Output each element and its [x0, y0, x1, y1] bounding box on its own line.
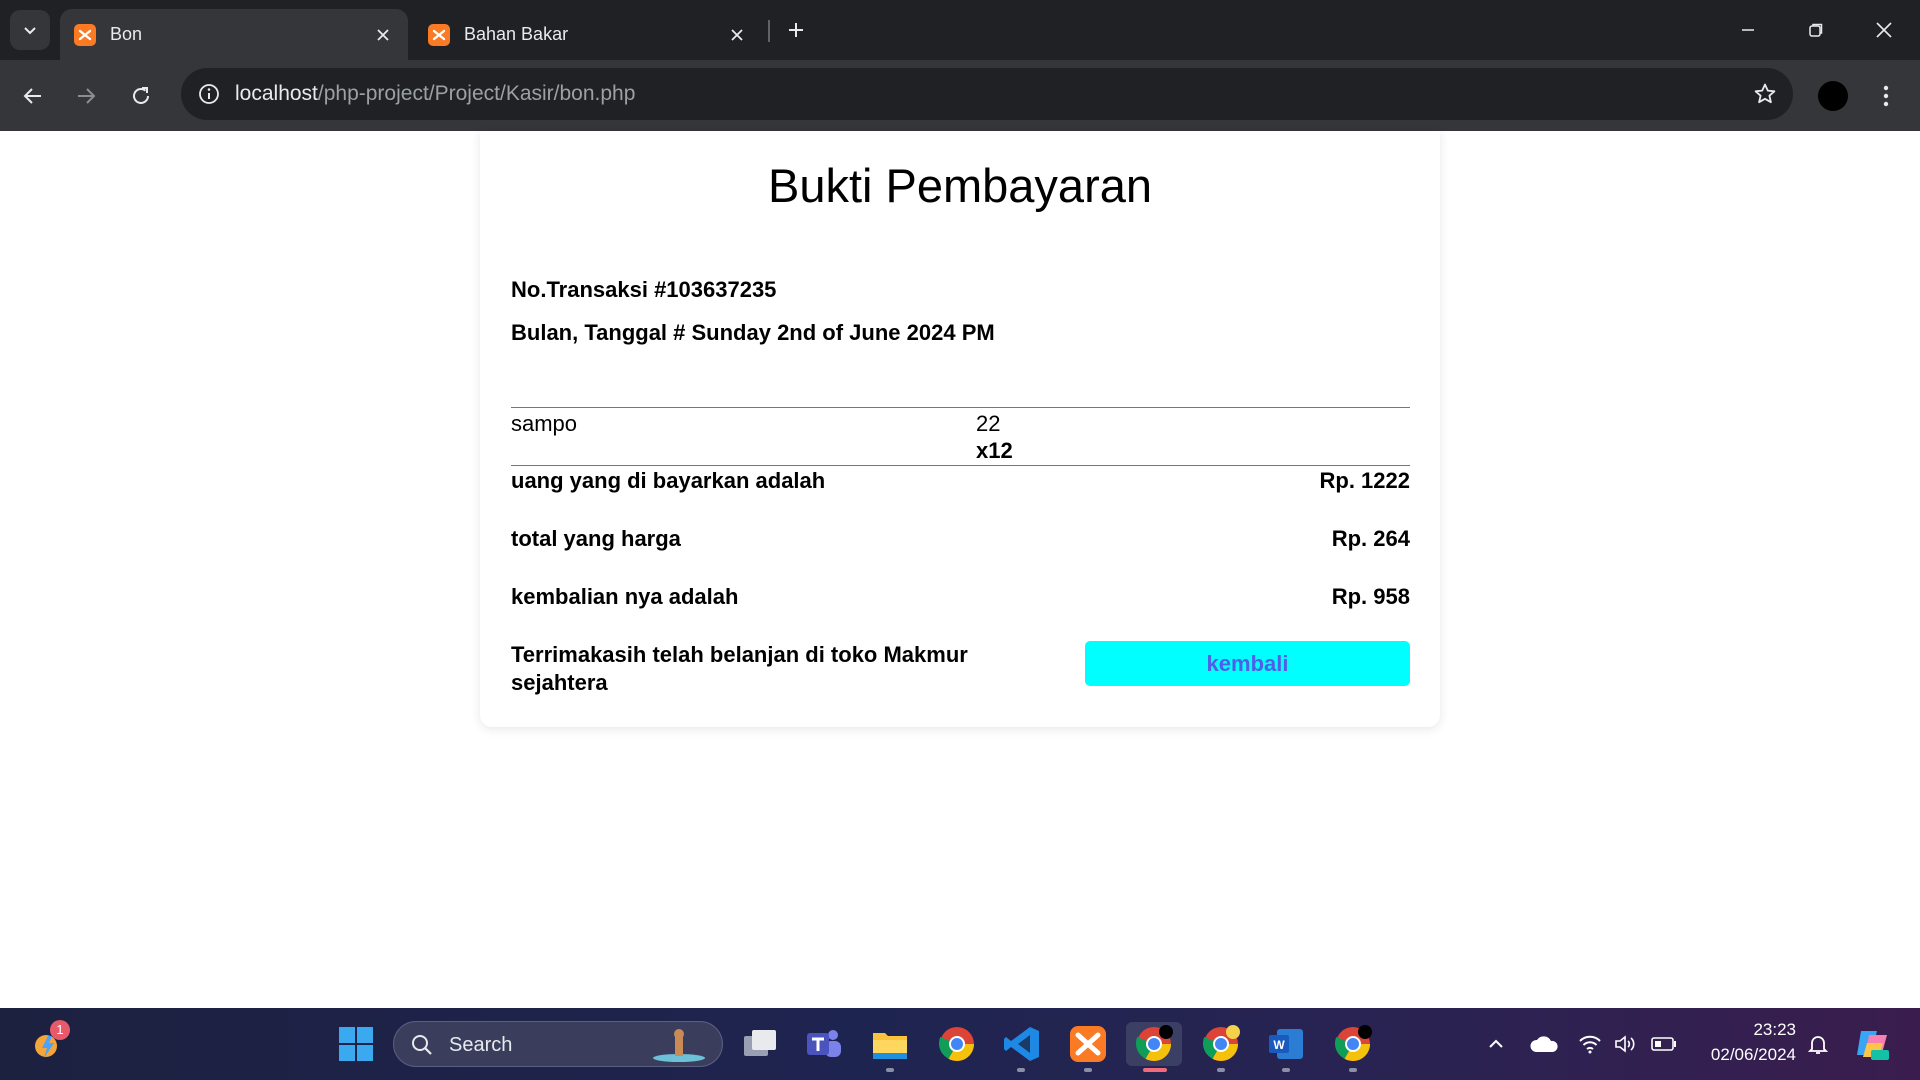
receipt-card: Bukti Pembayaran No.Transaksi #103637235… — [480, 131, 1440, 727]
new-tab-button[interactable] — [780, 14, 812, 46]
thank-you-line-1: Terrimakasih telah belanjan di toko Makm… — [511, 642, 968, 667]
vscode-icon[interactable] — [1000, 1022, 1044, 1066]
thank-you-line-2: sejahtera — [511, 670, 608, 695]
tab-divider — [768, 20, 770, 42]
minimize-icon — [1742, 29, 1754, 31]
total-label: total yang harga — [511, 526, 681, 551]
bookmark-star-icon[interactable] — [1751, 80, 1779, 108]
change-value: Rp. 958 — [1331, 584, 1410, 609]
close-window-button[interactable] — [1860, 10, 1908, 50]
word-icon[interactable]: W — [1264, 1022, 1308, 1066]
search-label: Search — [449, 1034, 513, 1056]
wifi-icon[interactable] — [1570, 1022, 1610, 1066]
change-label: kembalian nya adalah — [511, 584, 739, 609]
info-icon[interactable] — [195, 80, 223, 108]
running-indicator — [1282, 1068, 1290, 1072]
teams-icon[interactable] — [802, 1022, 846, 1066]
search-highlight-icon — [653, 1029, 705, 1062]
address-bar[interactable]: localhost/php-project/Project/Kasir/bon.… — [181, 68, 1793, 120]
tab-bahan-bakar[interactable]: Bahan Bakar — [414, 9, 762, 60]
divider — [511, 465, 1410, 466]
windows-start-icon[interactable] — [334, 1022, 378, 1066]
xampp-favicon-icon — [428, 23, 450, 46]
chrome-profile-icon[interactable] — [1126, 1022, 1182, 1066]
forward-button[interactable] — [66, 76, 106, 116]
notifications-bell-icon[interactable] — [1796, 1022, 1840, 1066]
windows-taskbar: 1 Search W 23:23 02/06/2024 — [0, 1008, 1920, 1080]
url-path: /php-project/Project/Kasir/bon.php — [317, 82, 636, 105]
page-viewport: Bukti Pembayaran No.Transaksi #103637235… — [0, 131, 1920, 1008]
restore-button[interactable] — [1792, 10, 1840, 50]
close-icon — [1876, 22, 1892, 38]
back-to-cashier-button[interactable]: kembali — [1085, 641, 1410, 686]
onedrive-cloud-icon[interactable] — [1522, 1022, 1566, 1066]
divider — [511, 407, 1410, 408]
tab-search-button[interactable] — [10, 10, 50, 50]
reload-icon — [133, 87, 149, 104]
restore-icon — [1809, 23, 1823, 37]
svg-text:W: W — [1273, 1038, 1285, 1052]
browser-menu-button[interactable] — [1870, 76, 1902, 116]
arrow-left-icon — [23, 88, 41, 104]
url-text[interactable]: localhost/php-project/Project/Kasir/bon.… — [235, 82, 635, 106]
tab-title: Bon — [110, 24, 143, 44]
url-host: localhost — [235, 82, 318, 105]
clock-time[interactable]: 23:23 — [1680, 1020, 1796, 1040]
copilot-icon[interactable] — [1850, 1022, 1894, 1066]
file-explorer-icon[interactable] — [868, 1022, 912, 1066]
item-name: sampo — [511, 411, 578, 436]
item-qty: x12 — [976, 438, 1013, 463]
xampp-favicon-icon — [74, 23, 96, 46]
paid-label: uang yang di bayarkan adalah — [511, 468, 826, 493]
back-button[interactable] — [13, 76, 53, 116]
profile-avatar[interactable] — [1818, 81, 1848, 111]
xampp-icon[interactable] — [1066, 1022, 1110, 1066]
running-indicator — [1017, 1068, 1025, 1072]
transaction-date: Bulan, Tanggal # Sunday 2nd of June 2024… — [511, 320, 995, 345]
close-icon[interactable] — [372, 24, 394, 46]
running-indicator — [1349, 1068, 1357, 1072]
tab-bon[interactable]: Bon — [60, 9, 408, 60]
volume-icon[interactable] — [1606, 1022, 1646, 1066]
search-icon — [412, 1035, 432, 1055]
browser-toolbar: localhost/php-project/Project/Kasir/bon.… — [0, 60, 1920, 131]
tab-title: Bahan Bakar — [464, 24, 569, 44]
plus-icon — [789, 23, 803, 37]
running-indicator — [1217, 1068, 1225, 1072]
running-indicator — [1084, 1068, 1092, 1072]
more-vertical-icon — [1883, 85, 1889, 107]
notification-badge: 1 — [50, 1020, 70, 1040]
clock-date[interactable]: 02/06/2024 — [1680, 1045, 1796, 1065]
page-title: Bukti Pembayaran — [767, 159, 1153, 212]
running-indicator — [886, 1068, 894, 1072]
chevron-down-icon — [24, 27, 36, 35]
minimize-button[interactable] — [1724, 10, 1772, 50]
active-indicator — [1143, 1068, 1167, 1072]
close-icon[interactable] — [726, 24, 748, 46]
arrow-right-icon — [78, 88, 96, 104]
chevron-up-icon[interactable] — [1474, 1022, 1518, 1066]
reload-button[interactable] — [121, 76, 161, 116]
item-price: 22 — [976, 411, 1001, 436]
chrome-profile-icon[interactable] — [1199, 1022, 1243, 1066]
transaction-number: No.Transaksi #103637235 — [511, 277, 777, 302]
chrome-icon[interactable] — [935, 1022, 979, 1066]
battery-icon[interactable] — [1644, 1022, 1684, 1066]
taskbar-search-box[interactable]: Search — [393, 1021, 723, 1067]
browser-tab-strip: Bon Bahan Bakar — [0, 0, 1920, 60]
total-value: Rp. 264 — [1331, 526, 1410, 551]
paid-value: Rp. 1222 — [1319, 468, 1411, 493]
chrome-profile-icon[interactable] — [1331, 1022, 1375, 1066]
task-view-icon[interactable] — [738, 1022, 782, 1066]
